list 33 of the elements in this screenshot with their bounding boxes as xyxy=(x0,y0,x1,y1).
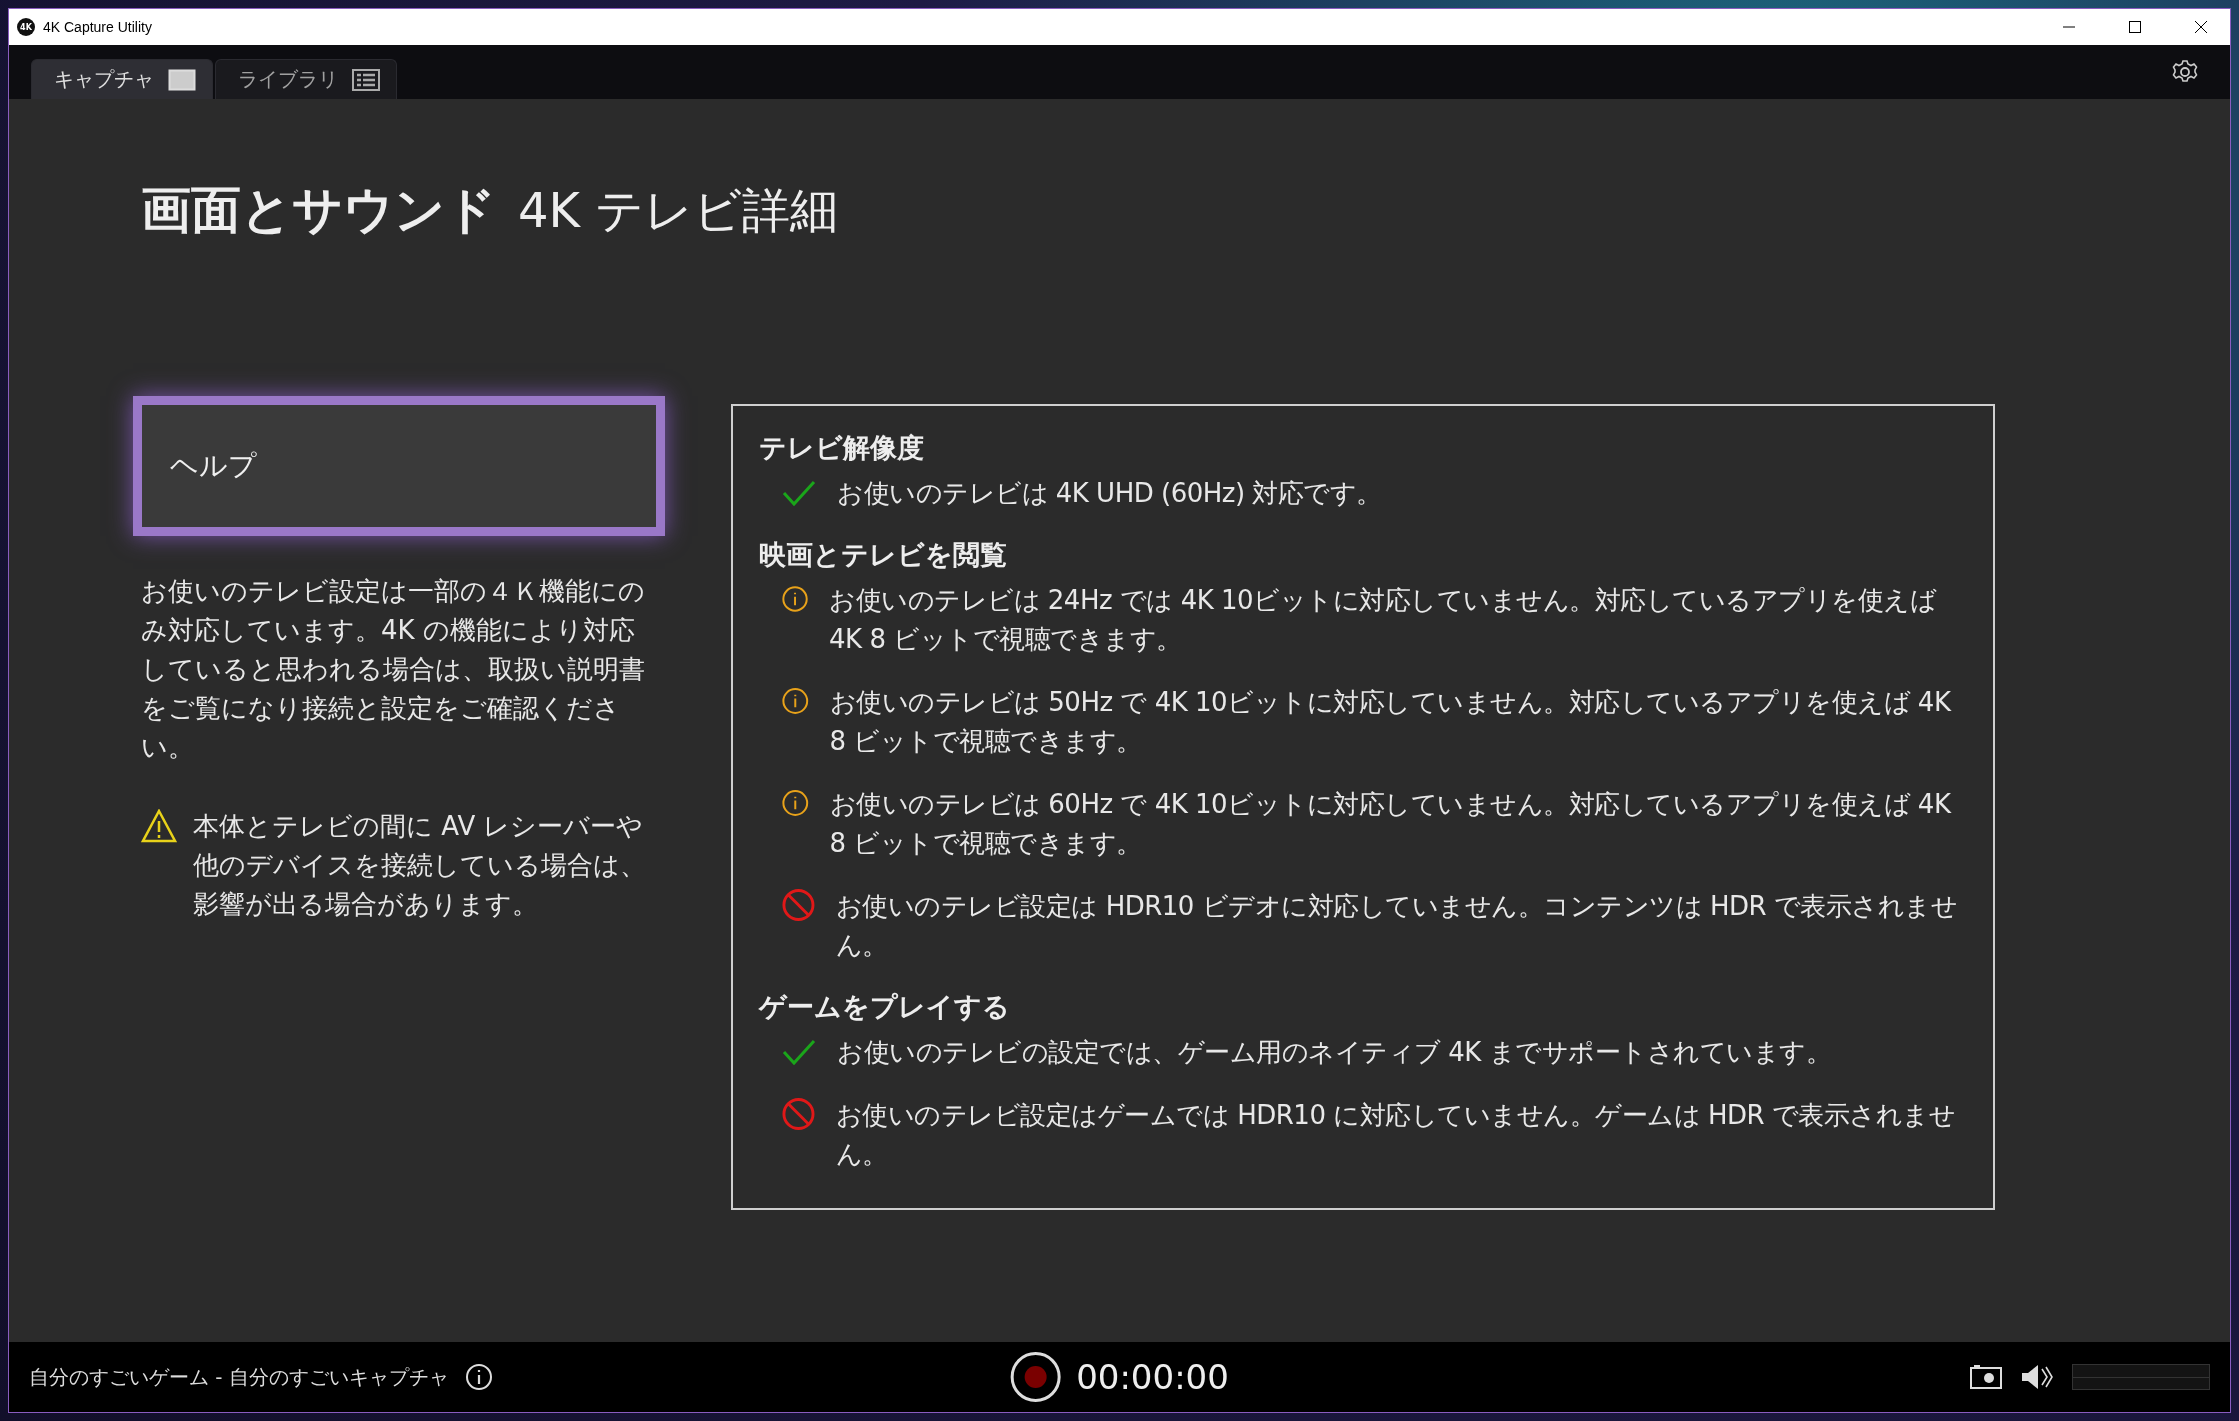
screen-icon xyxy=(168,68,196,91)
close-icon xyxy=(2194,20,2208,34)
status-message: お使いのテレビは 24Hz では 4K 10ビットに対応していません。対応しているアプリを使えば 4K 8 ビットで視聴できます。 xyxy=(829,584,1938,656)
warning-text: 本体とテレビの間に AV レシーバーや他のデバイスを接続している場合は、影響が出る場合があります。 xyxy=(193,810,647,921)
section-heading: ゲームをプレイする xyxy=(759,990,1011,1024)
record-button[interactable] xyxy=(1010,1352,1061,1402)
camera-button[interactable] xyxy=(1970,1365,2002,1389)
grid-icon xyxy=(352,68,380,91)
settings-icon[interactable] xyxy=(2172,59,2198,85)
maximize-icon xyxy=(2128,20,2142,34)
status-message: お使いのテレビは 50Hz で 4K 10ビットに対応していません。対応しているアプリを使えば 4K 8 ビットで視聴できます。 xyxy=(829,686,1953,758)
warning-icon xyxy=(141,809,177,843)
status-message: お使いのテレビの設定では、ゲーム用のネイティブ 4K までサポートされています。 xyxy=(837,1036,1832,1069)
volume-button[interactable] xyxy=(2020,1363,2054,1391)
timer: 00:00:00 xyxy=(1076,1357,1229,1397)
tab[interactable]: ライブラリ xyxy=(215,59,397,99)
status-message: お使いのテレビ設定は HDR10 ビデオに対応していません。コンテンツは HDR で表示されません。 xyxy=(835,890,1959,962)
help-button[interactable]: ヘルプ xyxy=(133,396,665,536)
prohibited-icon xyxy=(781,887,816,923)
info-icon[interactable] xyxy=(464,1363,493,1391)
section-heading: テレビ解像度 xyxy=(759,431,925,465)
status-message: お使いのテレビ設定はゲームでは HDR10 に対応していません。ゲームは HDR で表示されません。 xyxy=(835,1099,1957,1171)
tab[interactable]: キャプチャ xyxy=(31,59,213,99)
app-logo: 4K xyxy=(17,18,35,36)
section-heading: 映画とテレビを閲覧 xyxy=(759,538,1008,572)
page-title: 画面とサウンド xyxy=(141,180,496,241)
status-message: お使いのテレビは 4K UHD (60Hz) 対応です。 xyxy=(837,477,1382,510)
prohibited-icon xyxy=(781,1096,816,1132)
capture-title: 自分のすごいゲーム - 自分のすごいキャプチャ xyxy=(29,1363,449,1391)
page-subtitle: 4K テレビ詳細 xyxy=(518,181,839,240)
window-title: 4K Capture Utility xyxy=(43,19,153,35)
status-message: お使いのテレビは 60Hz で 4K 10ビットに対応していません。対応しているアプリを使えば 4K 8 ビットで視聴できます。 xyxy=(829,788,1953,860)
description-text: お使いのテレビ設定は一部の４Ｋ機能にのみ対応しています。4K の機能により対応していると思われる場合は、取扱い説明書をご覧になり接続と設定をご確認ください。 xyxy=(141,575,646,764)
